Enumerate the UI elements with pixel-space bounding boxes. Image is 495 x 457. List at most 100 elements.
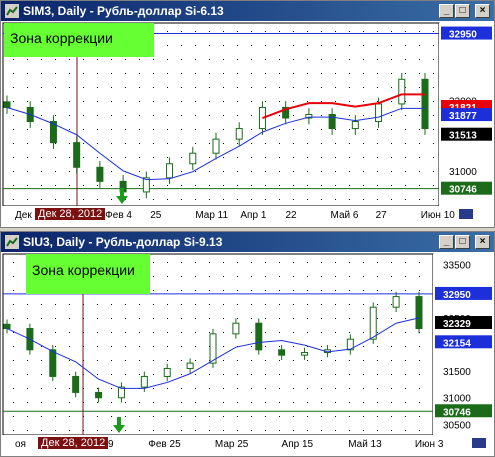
price-level-label: 32154 [443, 338, 471, 349]
grid-dot [209, 199, 210, 200]
grid-dot [41, 402, 42, 403]
grid-dot [405, 143, 406, 144]
scroll-end-icon[interactable] [458, 208, 474, 220]
grid-dot [419, 59, 420, 60]
price-level-label: 32329 [443, 319, 471, 330]
grid-dot [321, 157, 322, 158]
grid-dot [181, 59, 182, 60]
grid-dot [433, 31, 434, 32]
candle-body [375, 103, 383, 123]
grid-dot [307, 290, 308, 291]
grid-dot [223, 374, 224, 375]
grid-dot [279, 374, 280, 375]
grid-dot [405, 416, 406, 417]
close-button[interactable]: × [475, 4, 490, 18]
grid-dot [321, 31, 322, 32]
grid-dot [97, 402, 98, 403]
grid-dot [321, 332, 322, 333]
grid-dot [167, 416, 168, 417]
grid-dot [307, 374, 308, 375]
grid-dot [125, 115, 126, 116]
grid-dot [69, 402, 70, 403]
grid-dot [209, 157, 210, 158]
grid-dot [349, 402, 350, 403]
grid-dot [27, 304, 28, 305]
grid-dot [97, 59, 98, 60]
grid-dot [349, 115, 350, 116]
grid-dot [195, 276, 196, 277]
close-button[interactable]: × [475, 235, 490, 249]
grid-dot [41, 87, 42, 88]
date-tick-label: Июн 3 [415, 439, 444, 450]
maximize-button[interactable]: □ [455, 235, 470, 249]
price-level-label: 32950 [443, 290, 471, 301]
grid-dot [13, 185, 14, 186]
grid-dot [405, 59, 406, 60]
grid-dot [209, 332, 210, 333]
price-tick-label: 30500 [443, 420, 471, 431]
grid-dot [419, 143, 420, 144]
grid-dot [209, 73, 210, 74]
grid-dot [363, 332, 364, 333]
grid-dot [279, 262, 280, 263]
grid-dot [349, 388, 350, 389]
grid-dot [419, 374, 420, 375]
grid-dot [69, 115, 70, 116]
grid-dot [195, 143, 196, 144]
grid-dot [405, 73, 406, 74]
grid-dot [251, 262, 252, 263]
grid-dot [139, 115, 140, 116]
price-tick-label: 31000 [443, 394, 471, 405]
chart-area-bottom[interactable]: 3350033000325003150031000305003295032329… [1, 252, 494, 456]
grid-dot [405, 199, 406, 200]
grid-dot [237, 143, 238, 144]
grid-dot [349, 318, 350, 319]
minimize-button[interactable]: _ [439, 235, 454, 249]
grid-dot [111, 101, 112, 102]
grid-dot [209, 101, 210, 102]
grid-dot [125, 101, 126, 102]
grid-dot [223, 45, 224, 46]
candle-body [301, 351, 309, 356]
grid-dot [167, 304, 168, 305]
grid-dot [181, 332, 182, 333]
grid-dot [167, 318, 168, 319]
grid-dot [433, 115, 434, 116]
grid-dot [237, 402, 238, 403]
chart-area-top[interactable]: 3200031500310003295031821318773151330746… [1, 21, 494, 227]
grid-dot [181, 346, 182, 347]
grid-dot [293, 87, 294, 88]
grid-dot [167, 430, 168, 431]
date-tick-label: 27 [376, 210, 388, 221]
grid-dot [83, 87, 84, 88]
grid-dot [335, 45, 336, 46]
scroll-end-icon[interactable] [471, 437, 487, 449]
maximize-button[interactable]: □ [455, 4, 470, 18]
grid-dot [83, 171, 84, 172]
grid-dot [335, 101, 336, 102]
grid-dot [97, 304, 98, 305]
grid-dot [139, 73, 140, 74]
title-bar-top[interactable]: SIM3, Daily - Рубль-доллар Si-6.13 _ □ × [1, 1, 494, 21]
grid-dot [181, 87, 182, 88]
grid-dot [167, 143, 168, 144]
grid-dot [13, 129, 14, 130]
grid-dot [139, 374, 140, 375]
grid-dot [55, 318, 56, 319]
grid-dot [335, 346, 336, 347]
grid-dot [307, 45, 308, 46]
title-bar-bottom[interactable]: SIU3, Daily - Рубль-доллар Si-9.13 _ □ × [1, 232, 494, 252]
minimize-button[interactable]: _ [439, 4, 454, 18]
grid-dot [293, 31, 294, 32]
grid-dot [349, 171, 350, 172]
candle-body [95, 391, 103, 399]
grid-dot [251, 87, 252, 88]
grid-dot [153, 332, 154, 333]
grid-dot [237, 87, 238, 88]
grid-dot [363, 430, 364, 431]
grid-dot [321, 416, 322, 417]
grid-dot [41, 59, 42, 60]
grid-dot [237, 360, 238, 361]
grid-dot [279, 87, 280, 88]
grid-dot [321, 185, 322, 186]
